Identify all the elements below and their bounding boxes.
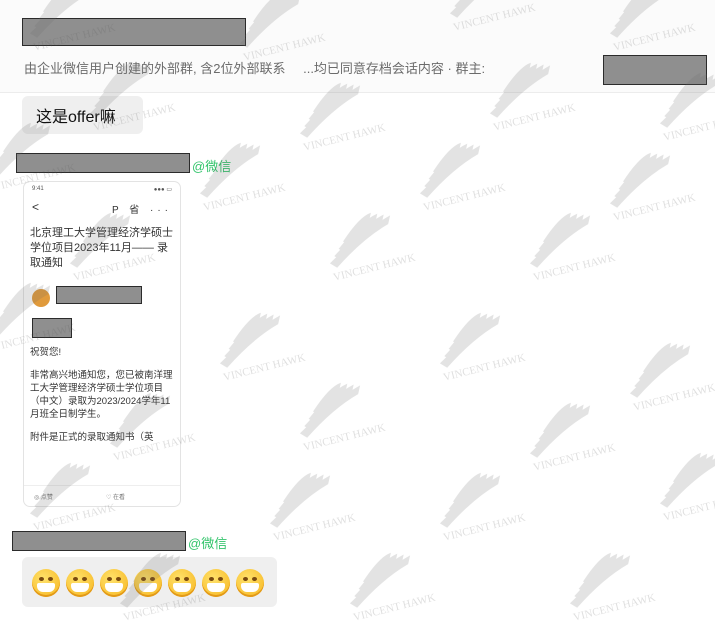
- notice-text-2: ...均已同意存档会话内容 · 群主:: [303, 61, 486, 76]
- watermark: VINCENT HAWK: [529, 402, 617, 474]
- mask-face-icon: [100, 569, 128, 597]
- redacted-recipient: [32, 318, 72, 338]
- more-icons[interactable]: P 省 ···: [112, 201, 172, 216]
- mask-face-icon: [134, 569, 162, 597]
- chat-header: 由企业微信用户创建的外部群, 含2位外部联系 ...均已同意存档会话内容 · 群…: [0, 0, 715, 93]
- watermark: VINCENT HAWK: [419, 142, 507, 214]
- svg-text:VINCENT HAWK: VINCENT HAWK: [662, 112, 715, 144]
- watermark: VINCENT HAWK: [439, 472, 527, 544]
- watermark: VINCENT HAWK: [349, 552, 437, 624]
- svg-text:VINCENT HAWK: VINCENT HAWK: [422, 182, 507, 214]
- watermark: VINCENT HAWK: [569, 552, 657, 624]
- shared-article-card[interactable]: 9:41 ●●● ▭ < P 省 ··· 北京理工大学管理经济学硕士学位项目20…: [24, 182, 180, 506]
- svg-text:VINCENT HAWK: VINCENT HAWK: [492, 102, 577, 134]
- redacted-sender-name: [12, 531, 186, 551]
- svg-text:VINCENT HAWK: VINCENT HAWK: [352, 592, 437, 624]
- watermark: VINCENT HAWK: [269, 472, 357, 544]
- svg-text:VINCENT HAWK: VINCENT HAWK: [272, 512, 357, 544]
- watermark: VINCENT HAWK: [529, 212, 617, 284]
- svg-text:VINCENT HAWK: VINCENT HAWK: [32, 502, 117, 534]
- mask-face-icon: [66, 569, 94, 597]
- mask-face-icon: [168, 569, 196, 597]
- wow-button[interactable]: ♡ 在看: [106, 492, 125, 501]
- greeting-text: 祝贺您!: [30, 347, 62, 358]
- back-icon[interactable]: <: [32, 200, 39, 214]
- avatar: [32, 289, 50, 307]
- emoji-message-bubble[interactable]: [22, 557, 277, 607]
- phone-status-icons: ●●● ▭: [153, 187, 172, 193]
- redacted-sender-name: [16, 153, 190, 173]
- svg-text:VINCENT HAWK: VINCENT HAWK: [302, 422, 387, 454]
- archive-notice: 由企业微信用户创建的外部群, 含2位外部联系 ...均已同意存档会话内容 · 群…: [24, 58, 485, 77]
- article-footer: ◎ 点赞 ♡ 在看: [24, 485, 180, 506]
- mask-face-icon: [32, 569, 60, 597]
- wechat-source-tag: @微信: [192, 159, 232, 174]
- svg-text:VINCENT HAWK: VINCENT HAWK: [532, 442, 617, 474]
- body-text: 非常高兴地通知您，您已被南洋理工大学管理经济学硕士学位项目（中文）录取为2023…: [30, 370, 173, 420]
- svg-text:VINCENT HAWK: VINCENT HAWK: [442, 352, 527, 384]
- svg-text:VINCENT HAWK: VINCENT HAWK: [442, 512, 527, 544]
- article-top-bar: < P 省 ···: [24, 198, 180, 218]
- watermark: VINCENT HAWK: [659, 452, 715, 524]
- article-body: 祝贺您! 非常高兴地通知您，您已被南洋理工大学管理经济学硕士学位项目（中文）录取…: [30, 346, 176, 444]
- phone-status-time: 9:41: [32, 186, 44, 192]
- message-text: 这是offer嘛: [36, 109, 116, 126]
- attachment-note: 附件是正式的录取通知书（英: [30, 432, 154, 443]
- svg-text:VINCENT HAWK: VINCENT HAWK: [202, 182, 287, 214]
- wechat-source-tag: @微信: [188, 536, 228, 551]
- notice-text-1: 由企业微信用户创建的外部群, 含2位外部联系: [24, 61, 286, 76]
- article-title: 北京理工大学管理经济学硕士学位项目2023年11月—— 录取通知: [30, 227, 173, 269]
- mask-face-icon: [202, 569, 230, 597]
- redacted-group-name: [22, 18, 246, 46]
- svg-text:VINCENT HAWK: VINCENT HAWK: [302, 122, 387, 154]
- svg-text:VINCENT HAWK: VINCENT HAWK: [532, 252, 617, 284]
- like-button[interactable]: ◎ 点赞: [34, 492, 53, 501]
- watermark: VINCENT HAWK: [219, 312, 307, 384]
- mask-face-icon: [236, 569, 264, 597]
- svg-text:VINCENT HAWK: VINCENT HAWK: [662, 492, 715, 524]
- redacted-author: [56, 286, 142, 304]
- watermark: VINCENT HAWK: [329, 212, 417, 284]
- svg-text:VINCENT HAWK: VINCENT HAWK: [572, 592, 657, 624]
- watermark: VINCENT HAWK: [439, 312, 527, 384]
- svg-text:VINCENT HAWK: VINCENT HAWK: [612, 192, 697, 224]
- watermark: VINCENT HAWK: [629, 342, 715, 414]
- svg-text:VINCENT HAWK: VINCENT HAWK: [332, 252, 417, 284]
- redacted-owner-name: [603, 55, 707, 85]
- watermark: VINCENT HAWK: [609, 152, 697, 224]
- svg-text:VINCENT HAWK: VINCENT HAWK: [632, 382, 715, 414]
- svg-text:VINCENT HAWK: VINCENT HAWK: [222, 352, 307, 384]
- watermark: VINCENT HAWK: [299, 382, 387, 454]
